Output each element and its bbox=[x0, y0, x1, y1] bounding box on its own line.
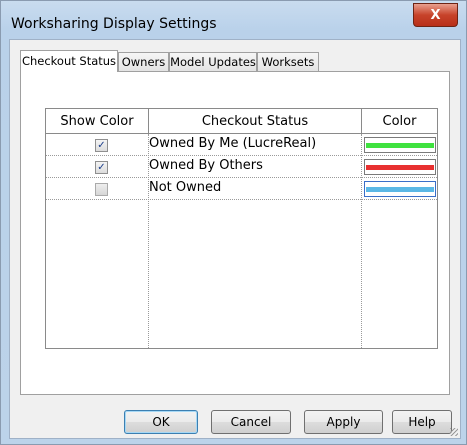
table-row: ✓ Owned By Others bbox=[46, 156, 437, 178]
column-header-show-color[interactable]: Show Color bbox=[46, 109, 149, 134]
show-color-checkbox[interactable]: ✓ bbox=[95, 161, 108, 174]
help-button[interactable]: Help bbox=[392, 410, 452, 434]
tab-checkout-status[interactable]: Checkout Status bbox=[20, 50, 118, 72]
column-header-color[interactable]: Color bbox=[362, 109, 437, 134]
checkout-status-label: Owned By Others bbox=[149, 158, 263, 173]
cancel-button[interactable]: Cancel bbox=[211, 410, 291, 434]
checkout-status-label: Owned By Me (LucreReal) bbox=[149, 136, 317, 151]
dialog-body: Checkout Status Owners Model Updates Wor… bbox=[9, 39, 461, 439]
color-swatch[interactable] bbox=[364, 137, 436, 153]
table-row: Not Owned bbox=[46, 178, 437, 200]
color-swatch[interactable] bbox=[364, 181, 436, 197]
resize-grip-icon[interactable] bbox=[450, 428, 458, 436]
tab-worksets[interactable]: Worksets bbox=[257, 52, 319, 71]
tab-owners[interactable]: Owners bbox=[118, 52, 169, 71]
color-band bbox=[366, 143, 434, 148]
show-color-checkbox[interactable]: ✓ bbox=[95, 139, 108, 152]
checkout-status-label: Not Owned bbox=[149, 180, 222, 195]
close-button[interactable]: X bbox=[413, 3, 458, 27]
tab-panel-checkout-status: Show Color Checkout Status Color ✓ Owned… bbox=[20, 71, 450, 395]
color-band bbox=[366, 165, 434, 170]
window-title: Worksharing Display Settings bbox=[11, 16, 217, 32]
apply-button[interactable]: Apply bbox=[304, 410, 383, 434]
dialog-window: Worksharing Display Settings X Checkout … bbox=[0, 0, 467, 445]
row-divider bbox=[46, 199, 437, 200]
close-icon: X bbox=[430, 7, 441, 23]
checkout-status-table: Show Color Checkout Status Color ✓ Owned… bbox=[45, 108, 438, 349]
tab-model-updates[interactable]: Model Updates bbox=[169, 52, 257, 71]
color-swatch[interactable] bbox=[364, 159, 436, 175]
color-band bbox=[366, 187, 434, 192]
ok-button[interactable]: OK bbox=[124, 410, 198, 434]
column-header-checkout-status[interactable]: Checkout Status bbox=[149, 109, 362, 134]
show-color-checkbox[interactable] bbox=[95, 183, 108, 196]
table-row: ✓ Owned By Me (LucreReal) bbox=[46, 134, 437, 156]
